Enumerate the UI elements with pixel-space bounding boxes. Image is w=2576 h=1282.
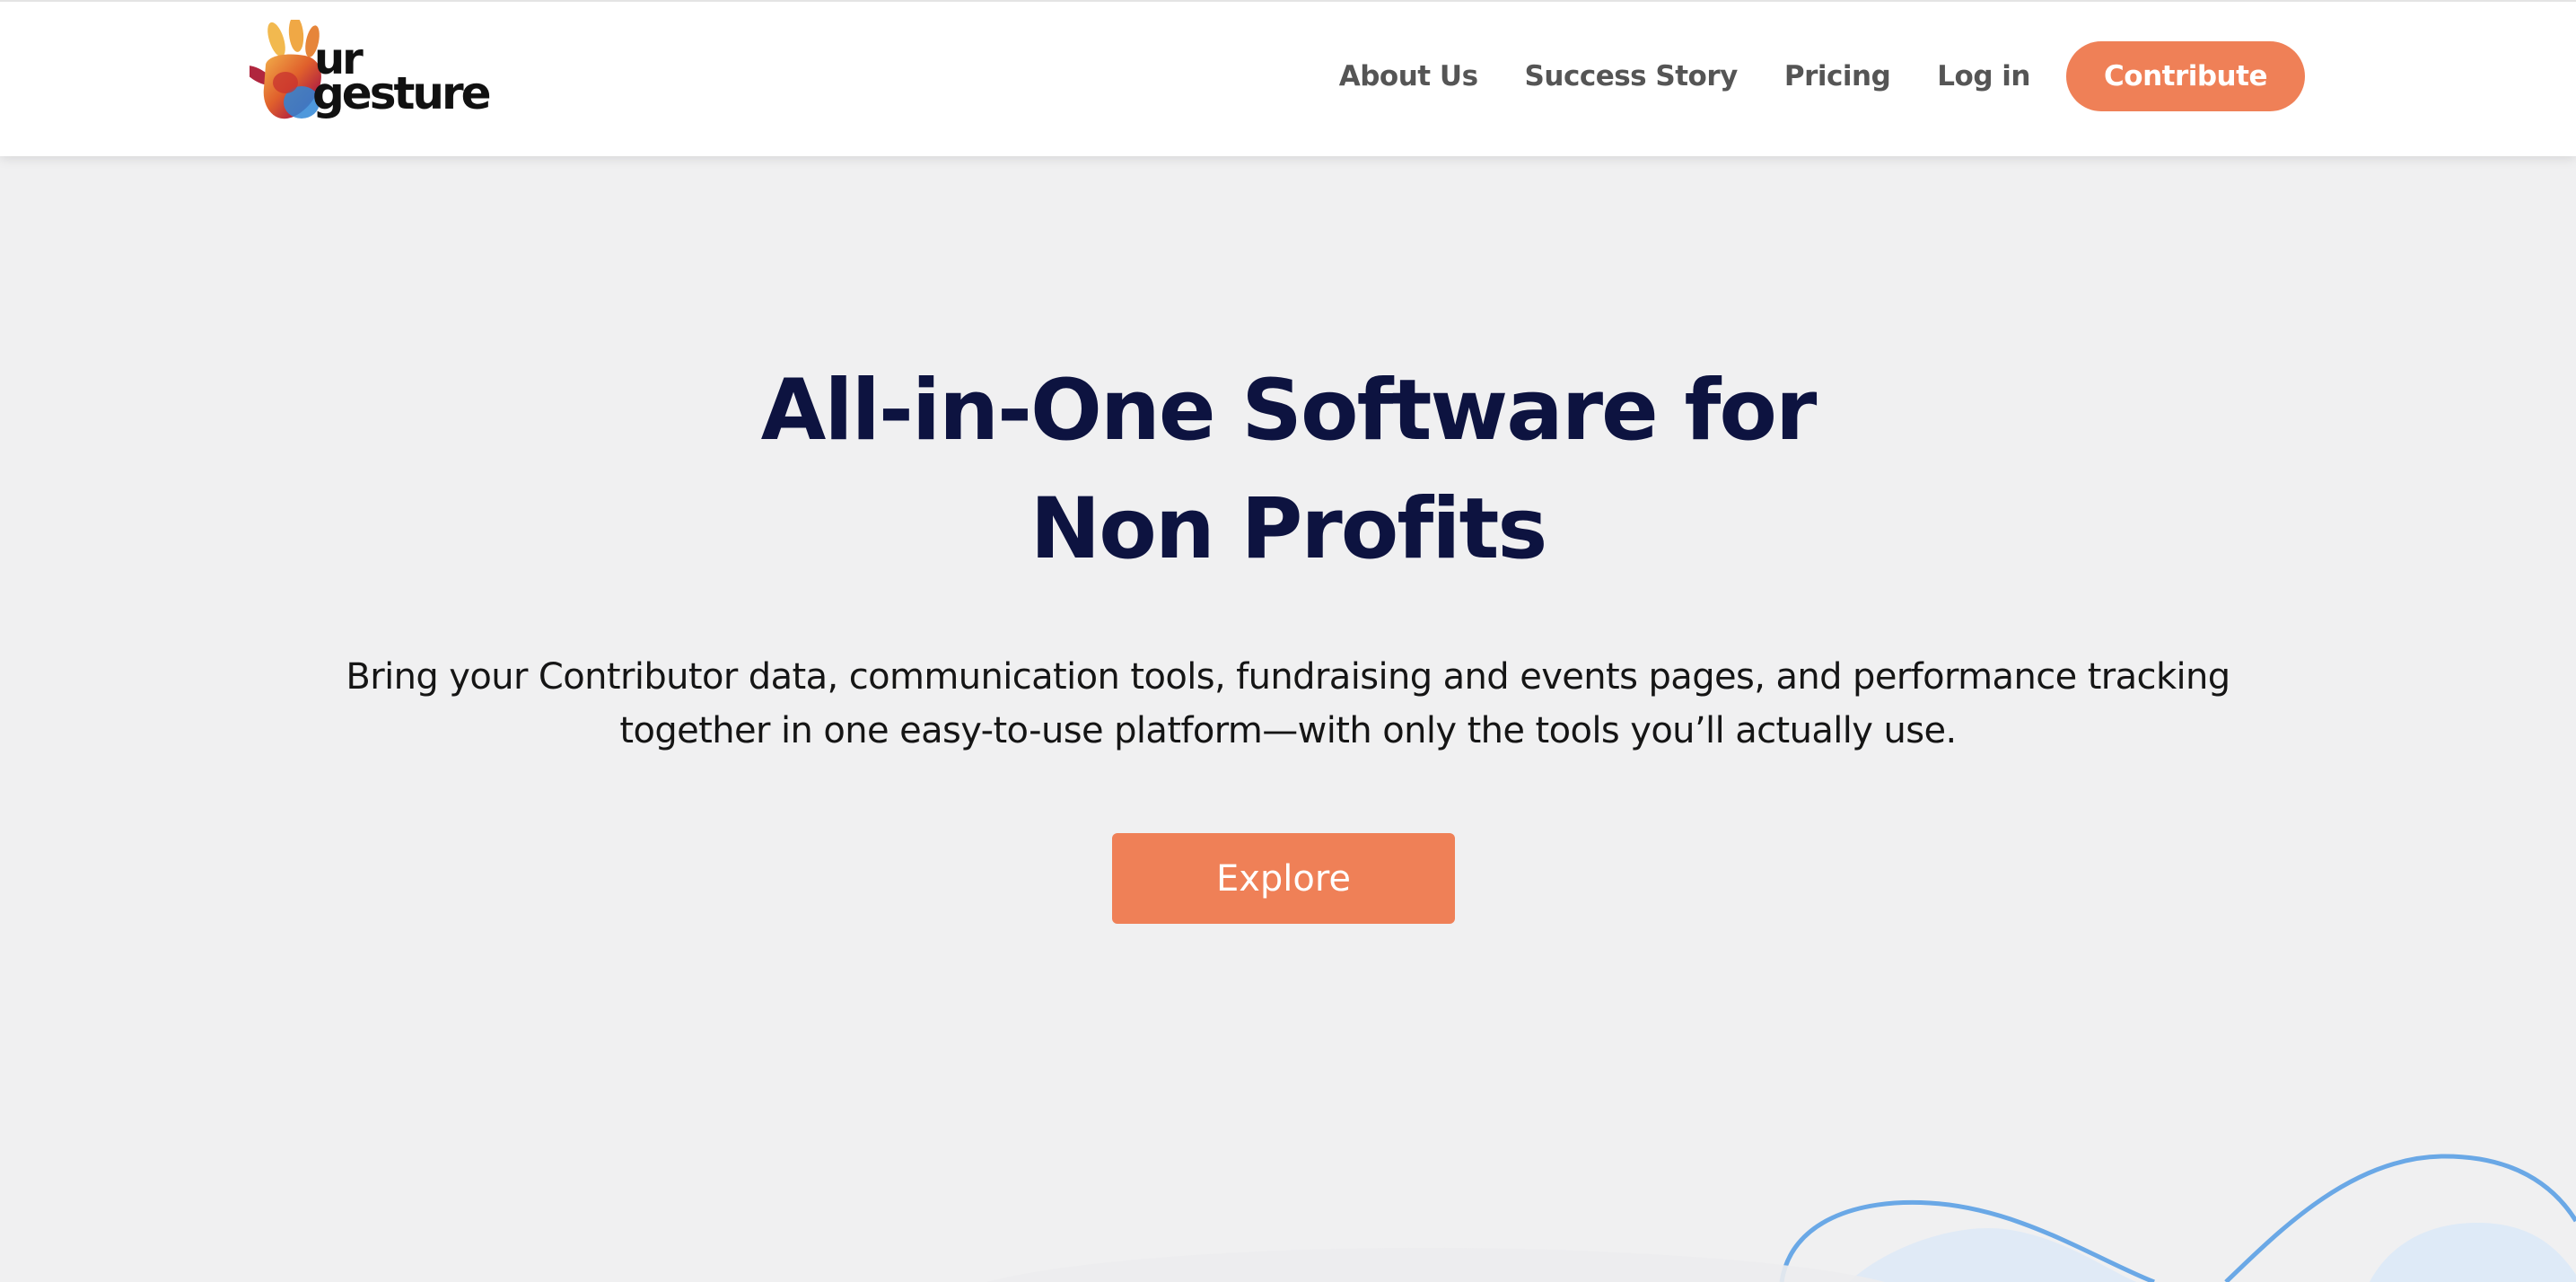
nav-success-story[interactable]: Success Story [1525,60,1739,92]
logo-text-gesture: gesture [312,67,492,119]
hero-subtitle-line-1: Bring your Contributor data, communicati… [346,656,2230,698]
contribute-button[interactable]: Contribute [2066,41,2305,111]
explore-button[interactable]: Explore [1112,833,1455,924]
main-nav: About Us Success Story Pricing Log in Co… [1339,41,2305,111]
hero-subtitle: Bring your Contributor data, communicati… [269,650,2307,758]
nav-about-us[interactable]: About Us [1339,60,1478,92]
site-logo[interactable]: ur gesture [250,20,492,126]
landing-page: ur gesture About Us Success Story Pricin… [0,0,2576,1282]
hero-title: All-in-One Software for Non Profits [0,352,2576,589]
wave-decoration [987,1154,2576,1282]
hero-title-line-1: All-in-One Software for [760,362,1818,460]
hero-title-line-2: Non Profits [1030,480,1548,578]
hero-subtitle-line-2: together in one easy-to-use platform—wit… [619,710,1957,751]
nav-log-in[interactable]: Log in [1937,60,2030,92]
site-header: ur gesture About Us Success Story Pricin… [0,0,2576,156]
nav-pricing[interactable]: Pricing [1784,60,1891,92]
